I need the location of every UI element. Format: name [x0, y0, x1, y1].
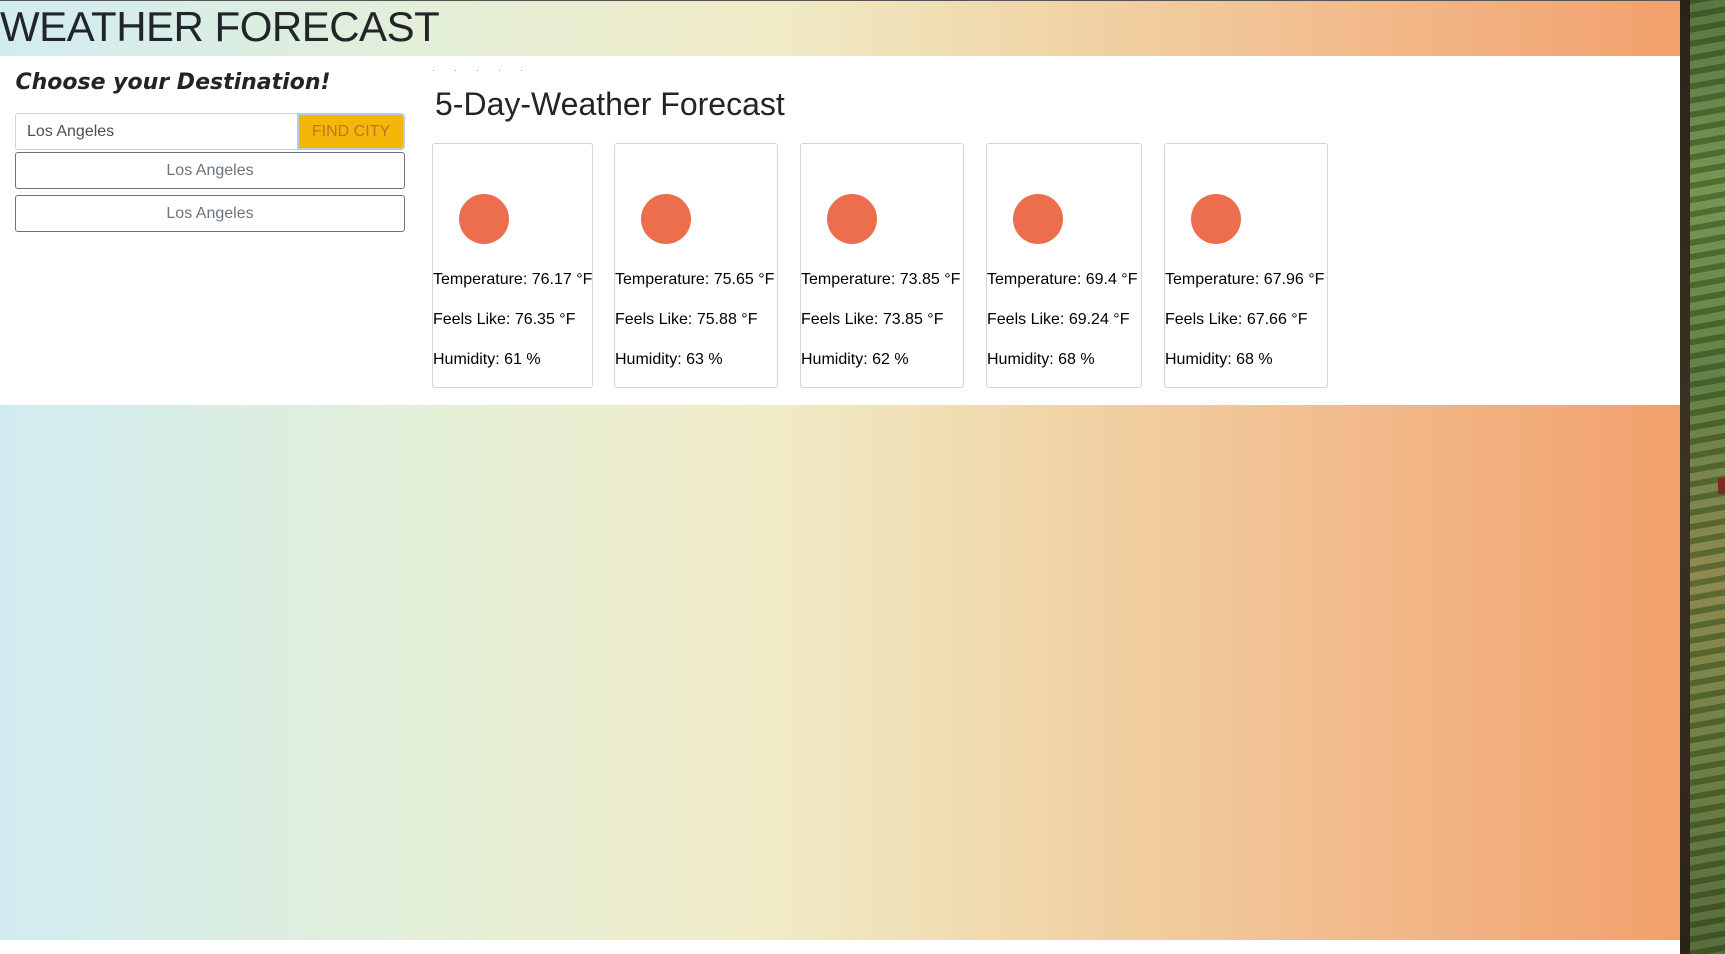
sidebar: Choose your Destination! FIND CITY Los A…: [0, 56, 420, 405]
sun-icon: [827, 194, 877, 244]
forecast-title: 5-Day-Weather Forecast: [435, 86, 785, 122]
humidity-text: Humidity: 61 %: [433, 351, 541, 368]
feels-like-text: Feels Like: 76.35 °F: [433, 311, 576, 328]
feels-like-text: Feels Like: 69.24 °F: [987, 311, 1130, 328]
page-title: WEATHER FORECAST: [0, 3, 440, 50]
temperature-text: Temperature: 76.17 °F: [433, 271, 593, 288]
feels-like-text: Feels Like: 67.66 °F: [1165, 311, 1308, 328]
forecast-card: Temperature: 69.4 °F Feels Like: 69.24 °…: [986, 143, 1142, 388]
history-city-button[interactable]: Los Angeles: [15, 152, 405, 189]
search-row: FIND CITY: [15, 113, 405, 150]
humidity-text: Humidity: 68 %: [987, 351, 1095, 368]
feels-like-text: Feels Like: 73.85 °F: [801, 311, 944, 328]
decorative-dots: ·····: [432, 65, 542, 75]
temperature-text: Temperature: 69.4 °F: [987, 271, 1138, 288]
forecast-card: Temperature: 73.85 °F Feels Like: 73.85 …: [800, 143, 964, 388]
sun-icon: [1191, 194, 1241, 244]
forecast-section: ····· 5-Day-Weather Forecast Temperature…: [430, 56, 1680, 405]
humidity-text: Humidity: 68 %: [1165, 351, 1273, 368]
park-sign: [1718, 478, 1725, 494]
temperature-text: Temperature: 75.65 °F: [615, 271, 775, 288]
tree-trunk: [1680, 0, 1690, 954]
sun-icon: [641, 194, 691, 244]
temperature-text: Temperature: 73.85 °F: [801, 271, 961, 288]
forecast-card: Temperature: 67.96 °F Feels Like: 67.66 …: [1164, 143, 1328, 388]
find-city-button[interactable]: FIND CITY: [297, 113, 405, 150]
content-panel: Choose your Destination! FIND CITY Los A…: [0, 56, 1680, 405]
humidity-text: Humidity: 63 %: [615, 351, 723, 368]
sidebar-title: Choose your Destination!: [15, 70, 331, 95]
sun-icon: [459, 194, 509, 244]
background-photo: [1680, 0, 1725, 954]
page: WEATHER FORECAST Choose your Destination…: [0, 0, 1725, 954]
page-header: WEATHER FORECAST: [0, 0, 1680, 56]
history-city-button[interactable]: Los Angeles: [15, 195, 405, 232]
humidity-text: Humidity: 62 %: [801, 351, 909, 368]
forecast-card: Temperature: 75.65 °F Feels Like: 75.88 …: [614, 143, 778, 388]
forecast-card: Temperature: 76.17 °F Feels Like: 76.35 …: [432, 143, 593, 388]
feels-like-text: Feels Like: 75.88 °F: [615, 311, 758, 328]
sun-icon: [1013, 194, 1063, 244]
city-search-input[interactable]: [15, 113, 297, 150]
temperature-text: Temperature: 67.96 °F: [1165, 271, 1325, 288]
